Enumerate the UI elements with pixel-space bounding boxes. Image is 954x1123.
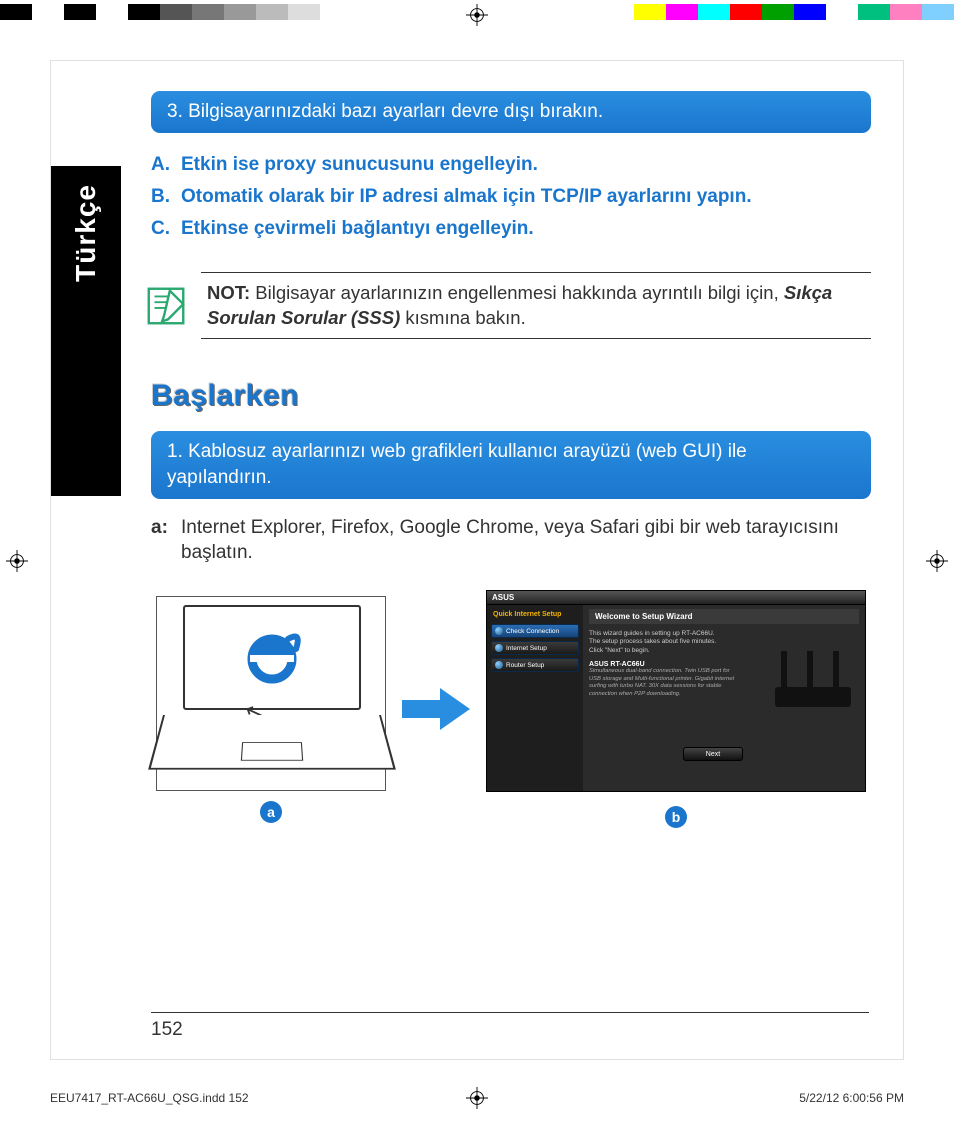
- step-3-text: 3. Bilgisayarınızdaki bazı ayarları devr…: [167, 101, 603, 122]
- step-3-box: 3. Bilgisayarınızdaki bazı ayarları devr…: [151, 91, 871, 133]
- footer-timestamp: 5/22/12 6:00:56 PM: [799, 1091, 904, 1105]
- registration-mark-icon: [466, 4, 488, 26]
- note-box: NOT: Bilgisayar ayarlarınızın engellenme…: [201, 272, 871, 340]
- router-features: Simultaneous dual-band connection. Twin …: [589, 668, 739, 698]
- router-brand: ASUS: [487, 591, 865, 605]
- router-side-header: Quick Internet Setup: [491, 609, 579, 620]
- router-next-button: Next: [683, 747, 743, 761]
- step-1-text: 1. Kablosuz ayarlarınızı web grafikleri …: [167, 441, 747, 488]
- badge-b: b: [665, 806, 687, 828]
- print-footer: EEU7417_RT-AC66U_QSG.indd 152 5/22/12 6:…: [50, 1091, 904, 1105]
- sub-c-label: C.: [151, 213, 181, 245]
- footer-filename: EEU7417_RT-AC66U_QSG.indd 152: [50, 1091, 249, 1105]
- step-a-label: a:: [151, 515, 181, 566]
- registration-mark-icon: [6, 550, 28, 572]
- sub-a-text: Etkin ise proxy sunucusunu engelleyin.: [181, 149, 538, 181]
- router-desc-2: The setup process takes about five minut…: [589, 638, 744, 646]
- sub-list: A.Etkin ise proxy sunucusunu engelleyin.…: [151, 149, 871, 246]
- page-frame: Türkçe 3. Bilgisayarınızdaki bazı ayarla…: [50, 60, 904, 1060]
- router-setup-screenshot: ASUS Quick Internet Setup Check Connecti…: [486, 590, 866, 792]
- language-tab: Türkçe: [51, 166, 121, 496]
- illustration-row: ↖ a ASUS Quick Internet Setup Check Conn…: [151, 590, 871, 828]
- router-desc-1: This wizard guides in setting up RT-AC66…: [589, 630, 744, 638]
- router-welcome: Welcome to Setup Wizard: [589, 609, 859, 624]
- note-text-1: Bilgisayar ayarlarınızın engellenmesi ha…: [250, 282, 784, 303]
- arrow-right-icon: [400, 688, 472, 730]
- router-side-btn-2: Internet Setup: [491, 641, 579, 655]
- step-a-text: Internet Explorer, Firefox, Google Chrom…: [181, 515, 871, 566]
- router-desc-3: Click "Next" to begin.: [589, 647, 744, 655]
- laptop-illustration: ↖: [156, 596, 386, 791]
- registration-mark-icon: [926, 550, 948, 572]
- section-title: Başlarken: [151, 379, 871, 413]
- sub-b-label: B.: [151, 181, 181, 213]
- router-side-btn-3: Router Setup: [491, 658, 579, 672]
- sub-b-text: Otomatik olarak bir IP adresi almak için…: [181, 181, 752, 213]
- badge-a: a: [260, 801, 282, 823]
- language-label: Türkçe: [70, 184, 102, 282]
- note-label: NOT:: [207, 282, 250, 303]
- page-number: 152: [151, 1012, 869, 1041]
- step-1-box: 1. Kablosuz ayarlarınızı web grafikleri …: [151, 431, 871, 498]
- sub-c-text: Etkinse çevirmeli bağlantıyı engelleyin.: [181, 213, 534, 245]
- note-text-2: kısmına bakın.: [400, 307, 525, 328]
- sub-a-label: A.: [151, 149, 181, 181]
- note-text: NOT: Bilgisayar ayarlarınızın engellenme…: [207, 281, 871, 331]
- router-device-icon: [767, 647, 859, 711]
- note-icon: [143, 283, 189, 329]
- step-a: a: Internet Explorer, Firefox, Google Ch…: [151, 515, 871, 566]
- internet-explorer-icon: [240, 625, 304, 689]
- router-side-btn-1: Check Connection: [491, 624, 579, 638]
